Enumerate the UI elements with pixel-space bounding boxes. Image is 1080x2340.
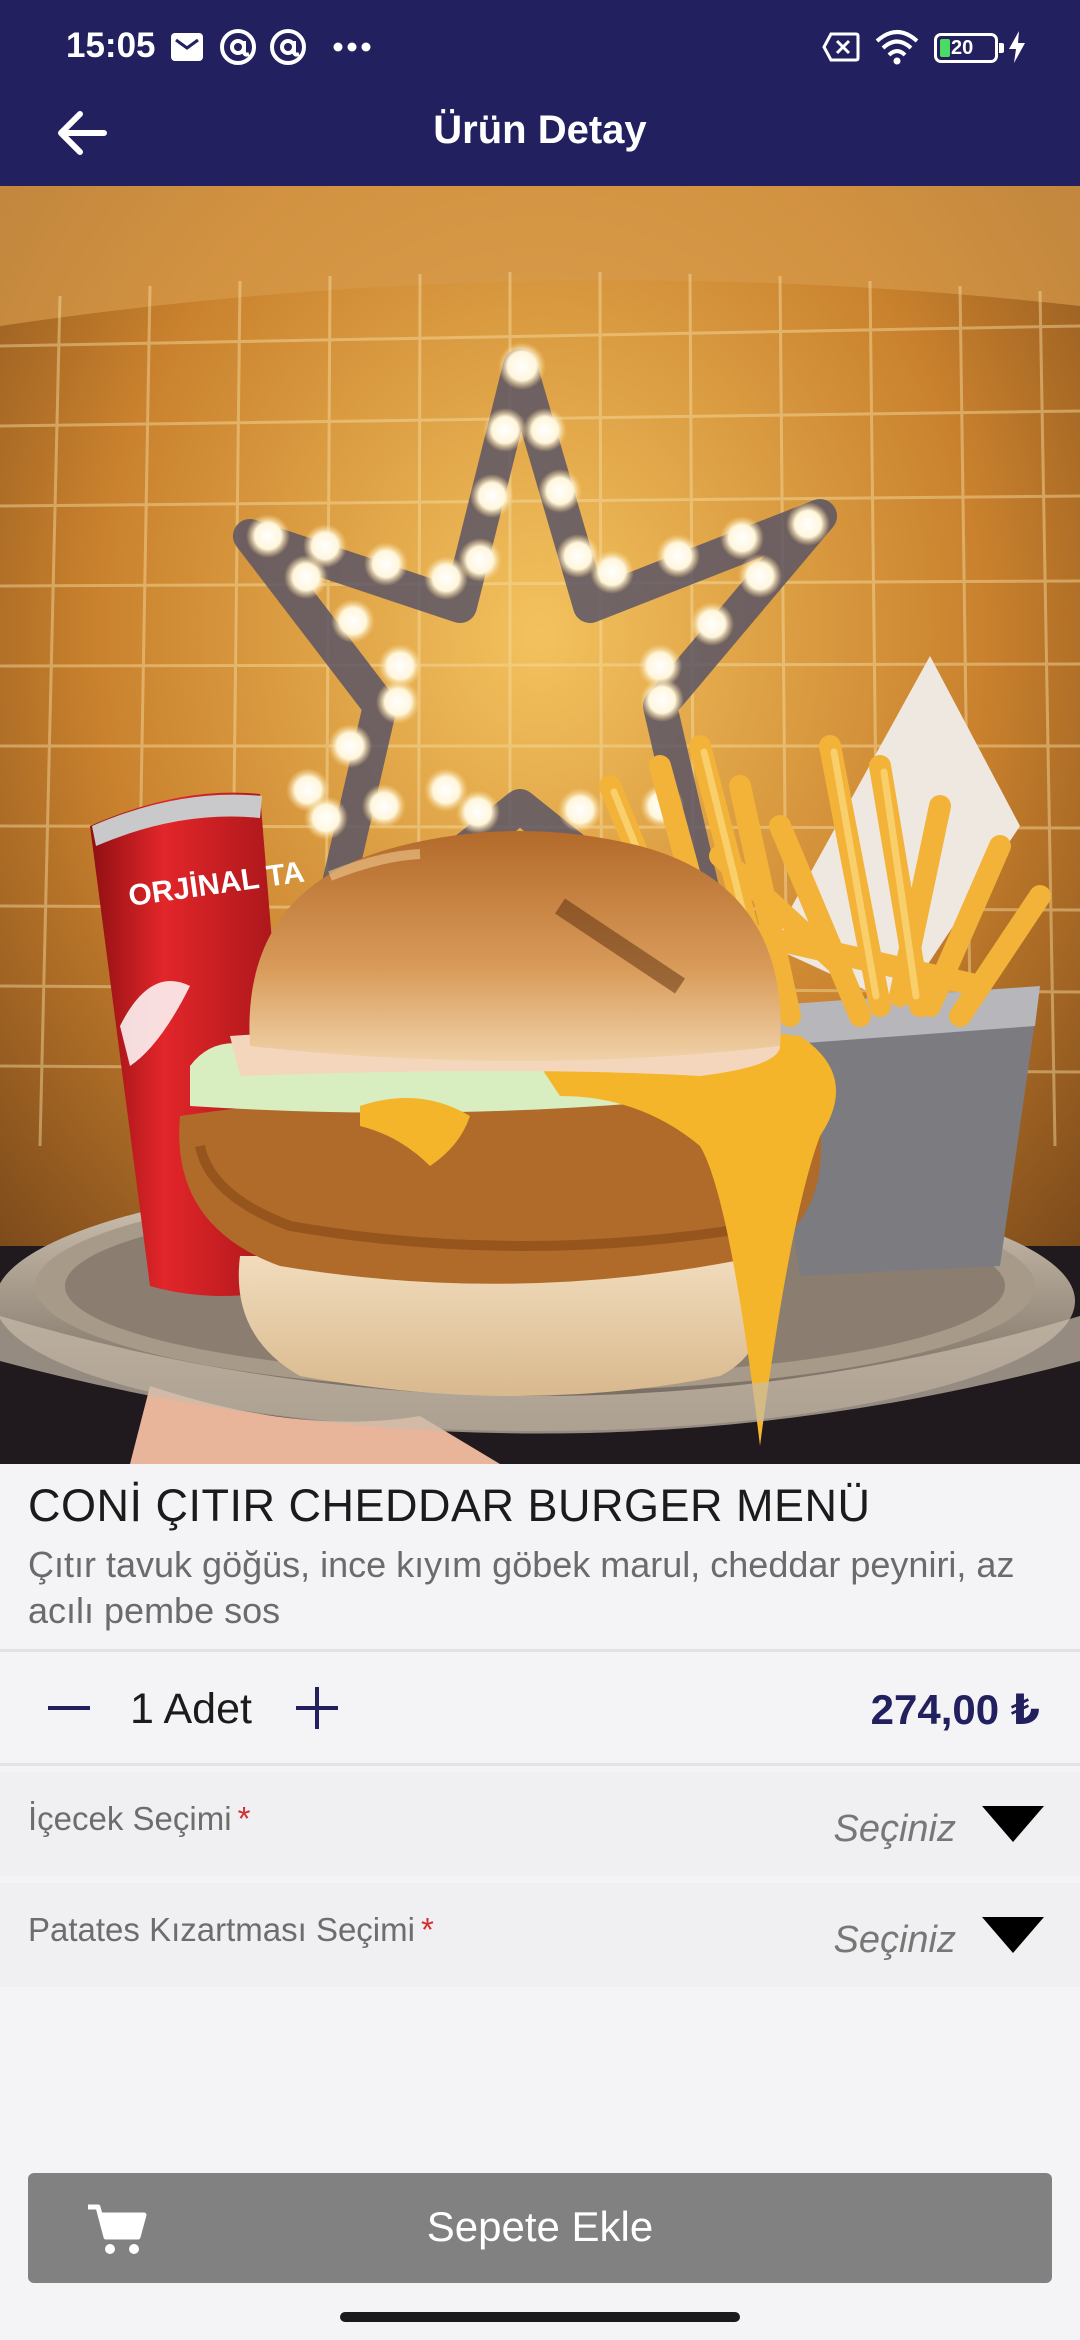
more-dots-icon [332,24,372,70]
status-bar: 15:05 20 [0,0,1080,96]
decrease-quantity-button[interactable] [44,1683,94,1733]
charging-icon [1006,24,1028,70]
divider [0,1763,1080,1766]
required-mark: * [420,1911,434,1948]
status-time: 15:05 [66,26,156,65]
add-to-cart-label: Sepete Ekle [426,2203,654,2250]
product-image: ORJİNAL TA [0,186,1080,1464]
minus-icon [48,1706,90,1710]
at-sign-icon [218,24,258,70]
wifi-icon [874,24,920,70]
dropdown-arrow-icon [982,1806,1044,1842]
burger-menu-photo: ORJİNAL TA [0,186,1080,1464]
add-to-cart-button[interactable]: Sepete Ekle [28,2173,1052,2283]
option-fries-placeholder: Seçiniz [833,1919,957,1961]
required-mark: * [237,1800,251,1837]
product-name: CONİ ÇITIR CHEDDAR BURGER MENÜ [28,1480,871,1531]
option-drink-select[interactable]: İçecek Seçimi * Seçiniz [0,1772,1080,1876]
sim-off-icon [822,24,860,70]
at-sign-icon [268,24,308,70]
page-title: Ürün Detay [433,108,647,152]
battery-icon: 20 [934,33,1004,63]
product-price: 274,00 ₺ [870,1686,1040,1733]
option-drink-label: İçecek Seçimi * [28,1800,251,1837]
divider [0,1649,1080,1652]
quantity-row: 1 Adet 274,00 ₺ [0,1653,1080,1763]
option-drink-placeholder: Seçiniz [833,1808,957,1850]
product-description: Çıtır tavuk göğüs, ince kıyım göbek maru… [28,1544,1015,1631]
increase-quantity-button[interactable] [292,1683,342,1733]
option-fries-select[interactable]: Patates Kızartması Seçimi * Seçiniz [0,1883,1080,1987]
home-indicator[interactable] [340,2312,740,2322]
battery-level: 20 [951,37,974,59]
option-fries-label: Patates Kızartması Seçimi * [28,1911,434,1948]
app-bar: 15:05 20 Ürün Detay [0,0,1080,186]
plus-icon [296,1687,338,1729]
quantity-value: 1 Adet [130,1685,252,1733]
mail-icon [168,24,206,70]
dropdown-arrow-icon [982,1917,1044,1953]
